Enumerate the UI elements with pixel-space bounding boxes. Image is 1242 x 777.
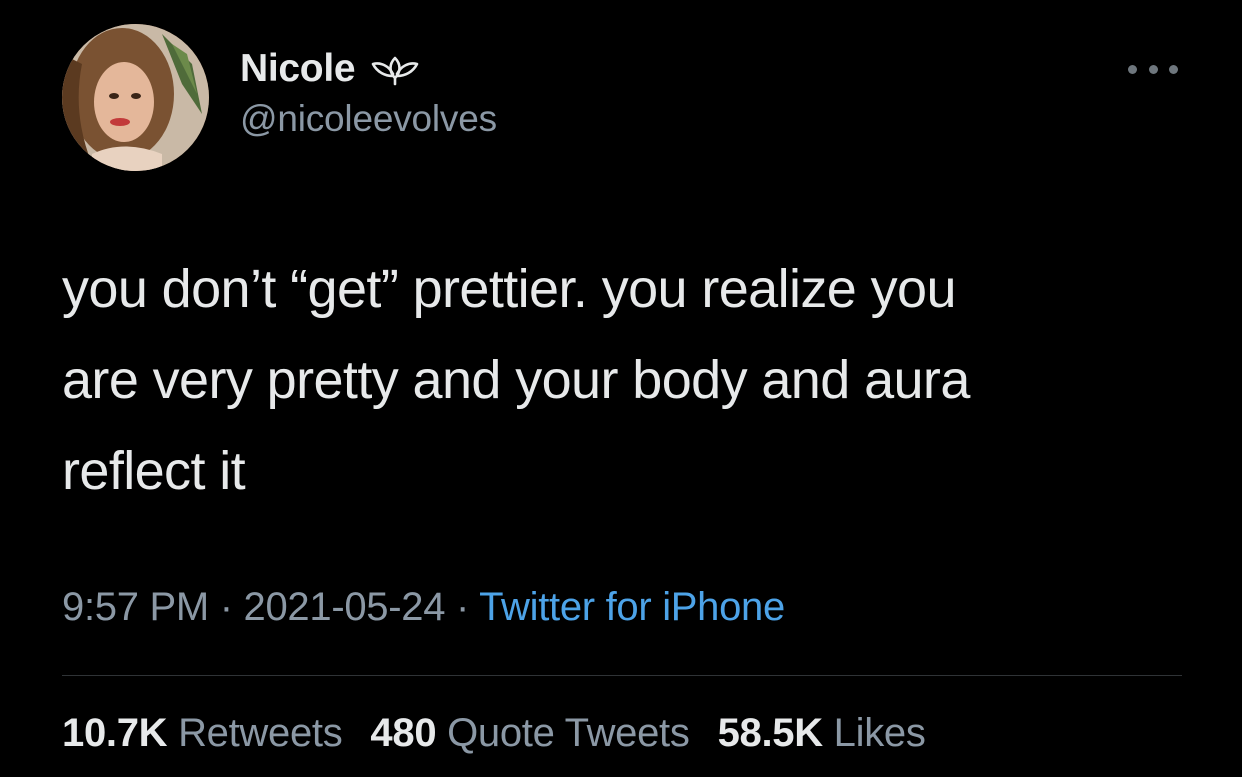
likes-label: Likes xyxy=(833,711,926,755)
tweet-text: you don’t “get” prettier. you realize yo… xyxy=(62,259,970,501)
author-name-row[interactable]: Nicole xyxy=(240,44,423,94)
more-dot-icon xyxy=(1148,64,1158,74)
retweets-stat[interactable]: 10.7K Retweets xyxy=(62,711,343,756)
tweet-source-link[interactable]: Twitter for iPhone xyxy=(479,585,785,629)
display-name[interactable]: Nicole xyxy=(240,47,356,91)
tweet-stats: 10.7K Retweets 480 Quote Tweets 58.5K Li… xyxy=(62,711,954,756)
retweets-count: 10.7K xyxy=(62,711,168,755)
likes-count: 58.5K xyxy=(717,711,824,755)
divider xyxy=(62,675,1182,676)
more-options-button[interactable] xyxy=(1128,54,1178,84)
tweet-time: 9:57 PM xyxy=(62,585,209,629)
likes-stat[interactable]: 58.5K Likes xyxy=(718,711,926,756)
avatar-photo xyxy=(62,24,209,171)
tweet-card: Nicole @nicoleevolves you don’t “get” pr… xyxy=(0,0,1242,777)
more-dot-icon xyxy=(1169,64,1178,74)
retweets-label: Retweets xyxy=(178,711,343,755)
tweet-date: 2021-05-24 xyxy=(243,585,446,629)
avatar[interactable] xyxy=(62,24,209,171)
meta-separator: · xyxy=(445,585,480,629)
flower-icon xyxy=(367,52,423,86)
quote-tweets-stat[interactable]: 480 Quote Tweets xyxy=(370,711,689,756)
more-dot-icon xyxy=(1128,64,1137,74)
quote-tweets-count: 480 xyxy=(370,711,437,755)
quote-tweets-label: Quote Tweets xyxy=(447,711,690,755)
tweet-meta: 9:57 PM · 2021-05-24 · Twitter for iPhon… xyxy=(62,585,785,630)
author-handle[interactable]: @nicoleevolves xyxy=(240,98,497,140)
meta-separator: · xyxy=(208,585,244,629)
